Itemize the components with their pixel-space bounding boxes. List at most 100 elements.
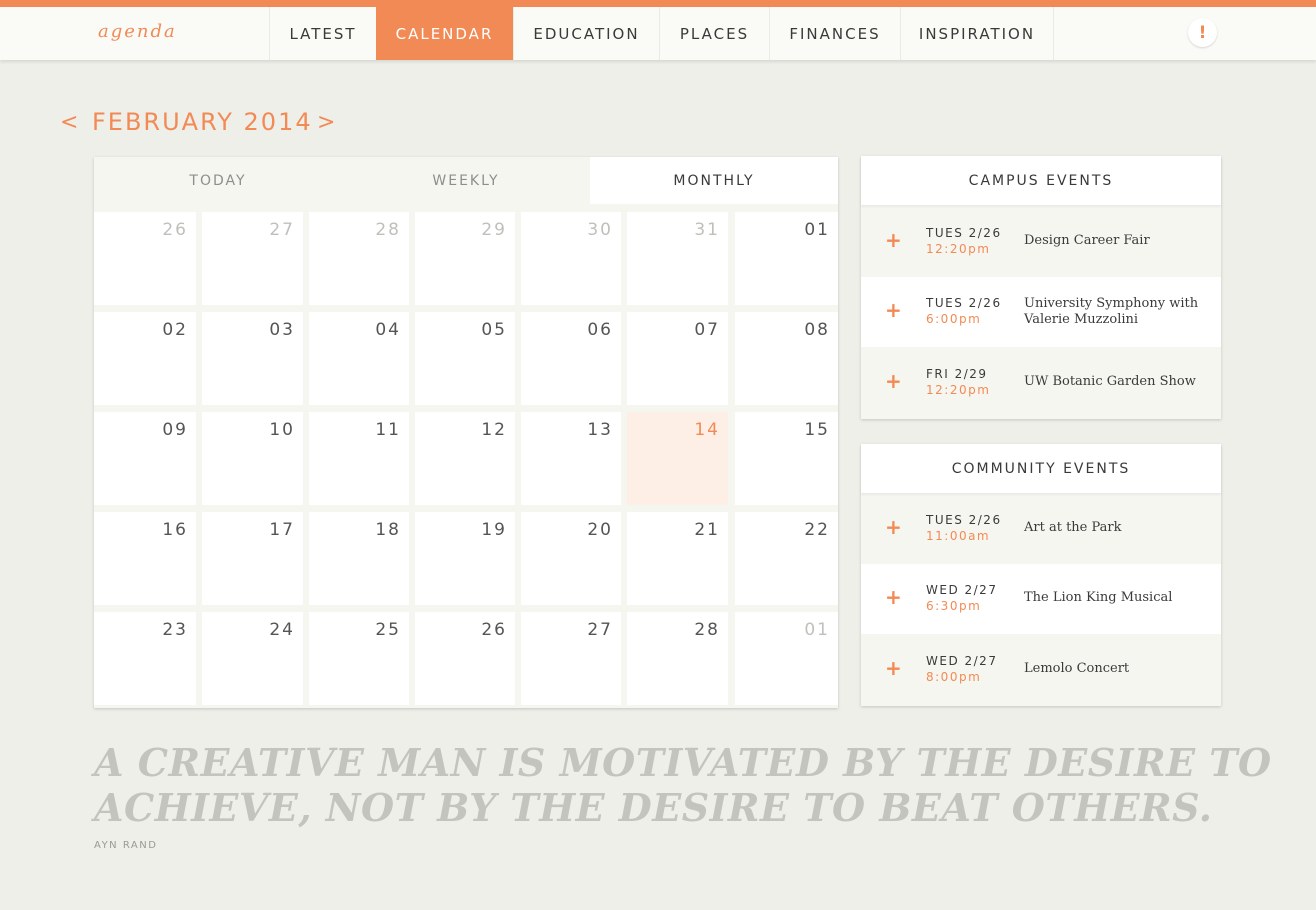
day-number: 08 bbox=[804, 320, 830, 340]
community-events-panel: COMMUNITY EVENTS + TUES 2/26 11:00am Art at… bbox=[861, 444, 1221, 706]
calendar-day-cell[interactable]: 09 bbox=[94, 412, 196, 505]
event-row[interactable]: + TUES 2/26 11:00am Art at the Park bbox=[861, 494, 1221, 564]
calendar-day-cell[interactable]: 07 bbox=[627, 312, 728, 405]
nav-inspiration[interactable]: INSPIRATION bbox=[900, 7, 1053, 60]
nav-latest[interactable]: LATEST bbox=[269, 7, 376, 60]
event-row[interactable]: + TUES 2/26 6:00pm University Symphony with… bbox=[861, 277, 1221, 347]
calendar-day-cell[interactable]: 25 bbox=[309, 612, 409, 705]
calendar-day-cell[interactable]: 01 bbox=[735, 212, 838, 305]
calendar-day-cell[interactable]: 27 bbox=[521, 612, 621, 705]
event-date: TUES 2/26 bbox=[926, 225, 1002, 240]
add-event-icon[interactable]: + bbox=[885, 656, 902, 680]
calendar-day-cell[interactable]: 31 bbox=[627, 212, 728, 305]
community-events-title: COMMUNITY EVENTS bbox=[861, 444, 1221, 493]
calendar-day-cell[interactable]: 23 bbox=[94, 612, 196, 705]
calendar-day-cell[interactable]: 10 bbox=[202, 412, 303, 505]
view-tab-today[interactable]: TODAY bbox=[94, 157, 342, 204]
nav-education[interactable]: EDUCATION bbox=[513, 7, 659, 60]
calendar-day-cell[interactable]: 30 bbox=[521, 212, 621, 305]
calendar-day-cell[interactable]: 08 bbox=[735, 312, 838, 405]
calendar-day-cell[interactable]: 26 bbox=[415, 612, 515, 705]
event-date: FRI 2/29 bbox=[926, 367, 988, 381]
day-number: 12 bbox=[481, 420, 507, 440]
add-event-icon[interactable]: + bbox=[885, 369, 902, 393]
calendar-day-cell[interactable]: 03 bbox=[202, 312, 303, 405]
day-number: 16 bbox=[162, 520, 188, 540]
nav-calendar[interactable]: CALENDAR bbox=[376, 7, 513, 60]
event-title[interactable]: UW Botanic Garden Show bbox=[1024, 374, 1214, 390]
campus-events-title: CAMPUS EVENTS bbox=[861, 156, 1221, 205]
add-event-icon[interactable]: + bbox=[885, 298, 902, 322]
nav-places[interactable]: PLACES bbox=[659, 7, 769, 60]
calendar-grid: TODAY WEEKLY MONTHLY 26 27 28 29 30 31 01 02 03 0… bbox=[94, 157, 838, 708]
calendar-day-cell[interactable]: 06 bbox=[521, 312, 621, 405]
add-event-icon[interactable]: + bbox=[885, 228, 902, 252]
month-title: FEBRUARY 2014 bbox=[92, 108, 313, 136]
nav-divider bbox=[1053, 7, 1054, 60]
day-number: 25 bbox=[375, 620, 401, 640]
day-number: 26 bbox=[162, 220, 188, 240]
calendar-day-cell[interactable]: 27 bbox=[202, 212, 303, 305]
calendar-day-cell[interactable]: 15 bbox=[735, 412, 838, 505]
event-row[interactable]: + FRI 2/29 12:20pm UW Botanic Garden Show bbox=[861, 347, 1221, 419]
day-number: 26 bbox=[481, 620, 507, 640]
view-tab-monthly[interactable]: MONTHLY bbox=[590, 157, 838, 204]
day-number: 27 bbox=[269, 220, 295, 240]
add-event-icon[interactable]: + bbox=[885, 515, 902, 539]
day-number: 28 bbox=[694, 620, 720, 640]
calendar-day-cell[interactable]: 28 bbox=[627, 612, 728, 705]
day-number: 31 bbox=[694, 220, 720, 240]
calendar-day-cell[interactable]: 12 bbox=[415, 412, 515, 505]
next-month-button[interactable]: > bbox=[317, 110, 335, 135]
view-tab-weekly[interactable]: WEEKLY bbox=[342, 157, 590, 204]
calendar-day-cell[interactable]: 02 bbox=[94, 312, 196, 405]
calendar-day-cell[interactable]: 14 bbox=[627, 412, 728, 505]
calendar-day-cell[interactable]: 13 bbox=[521, 412, 621, 505]
calendar-day-cell[interactable]: 01 bbox=[735, 612, 838, 705]
event-date: TUES 2/26 bbox=[926, 513, 1002, 527]
event-title[interactable]: Art at the Park bbox=[1024, 520, 1214, 536]
calendar-day-cell[interactable]: 11 bbox=[309, 412, 409, 505]
day-number: 02 bbox=[162, 320, 188, 340]
calendar-day-cell[interactable]: 28 bbox=[309, 212, 409, 305]
nav-finances[interactable]: FINANCES bbox=[769, 7, 900, 60]
event-row[interactable]: + WED 2/27 8:00pm Lemolo Concert bbox=[861, 634, 1221, 706]
event-row[interactable]: + TUES 2/26 12:20pm Design Career Fair bbox=[861, 206, 1221, 277]
event-title[interactable]: University Symphony with Valerie Muzzoli… bbox=[1024, 296, 1214, 328]
event-time: 12:20pm bbox=[926, 383, 991, 397]
add-event-icon[interactable]: + bbox=[885, 585, 902, 609]
day-number: 11 bbox=[375, 420, 401, 440]
day-number: 07 bbox=[694, 320, 720, 340]
event-title[interactable]: Design Career Fair bbox=[1024, 233, 1214, 249]
calendar-day-cell[interactable]: 04 bbox=[309, 312, 409, 405]
calendar-day-cell[interactable]: 19 bbox=[415, 512, 515, 605]
event-date: TUES 2/26 bbox=[926, 296, 1002, 310]
event-row[interactable]: + WED 2/27 6:30pm The Lion King Musical bbox=[861, 564, 1221, 634]
calendar-day-cell[interactable]: 22 bbox=[735, 512, 838, 605]
day-number: 27 bbox=[587, 620, 613, 640]
event-time: 6:00pm bbox=[926, 312, 982, 326]
calendar-day-cell[interactable]: 24 bbox=[202, 612, 303, 705]
prev-month-button[interactable]: < bbox=[60, 110, 78, 135]
event-title[interactable]: The Lion King Musical bbox=[1024, 590, 1214, 606]
calendar-day-cell[interactable]: 05 bbox=[415, 312, 515, 405]
day-number: 21 bbox=[694, 520, 720, 540]
app-logo[interactable]: agenda bbox=[98, 21, 177, 42]
calendar-day-cell[interactable]: 21 bbox=[627, 512, 728, 605]
top-navigation: agenda LATEST CALENDAR EDUCATION PLACES … bbox=[0, 7, 1316, 60]
day-number: 13 bbox=[587, 420, 613, 440]
day-number: 03 bbox=[269, 320, 295, 340]
calendar-day-cell[interactable]: 26 bbox=[94, 212, 196, 305]
calendar-day-cell[interactable]: 17 bbox=[202, 512, 303, 605]
day-number: 20 bbox=[587, 520, 613, 540]
event-time: 11:00am bbox=[926, 529, 991, 543]
calendar-day-cell[interactable]: 16 bbox=[94, 512, 196, 605]
calendar-day-cell[interactable]: 29 bbox=[415, 212, 515, 305]
inspiration-quote: A CREATIVE MAN IS MOTIVATED BY THE DESIR… bbox=[94, 740, 1272, 830]
alert-icon[interactable]: ! bbox=[1188, 18, 1217, 47]
event-date: WED 2/27 bbox=[926, 654, 998, 668]
event-title[interactable]: Lemolo Concert bbox=[1024, 661, 1214, 677]
calendar-day-cell[interactable]: 20 bbox=[521, 512, 621, 605]
day-number: 18 bbox=[375, 520, 401, 540]
calendar-day-cell[interactable]: 18 bbox=[309, 512, 409, 605]
